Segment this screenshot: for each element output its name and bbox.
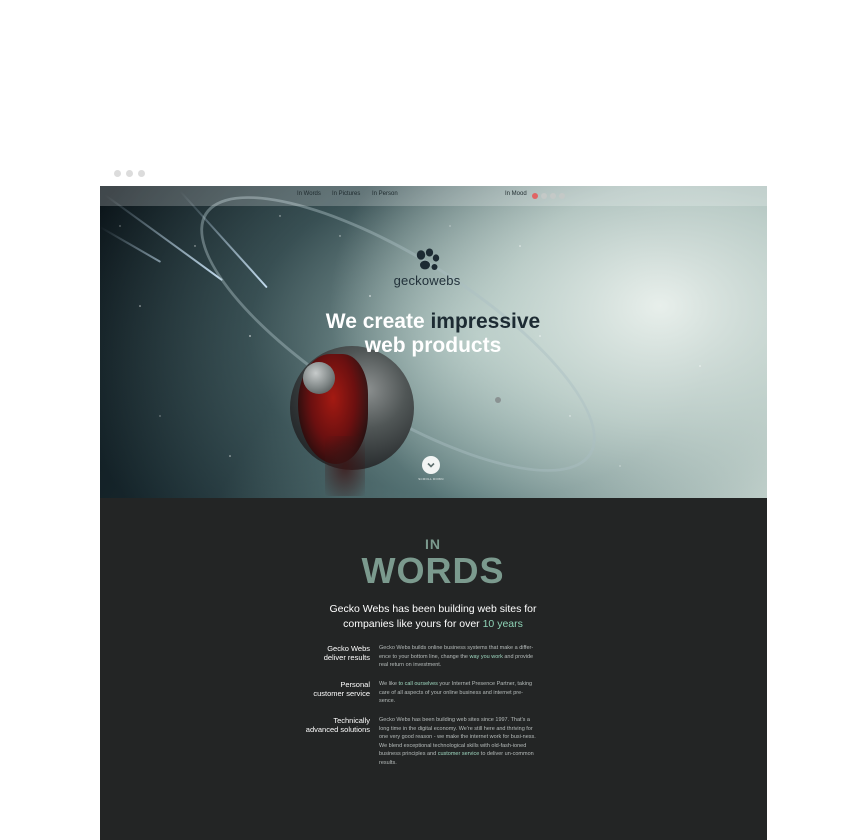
feature-text: Gecko Webs has been building web sites s… — [379, 716, 539, 768]
feature-label-line2: deliver results — [323, 653, 370, 662]
feature-text-link[interactable]: to call ourselves — [398, 681, 437, 687]
feature-text: Gecko Webs builds online business system… — [379, 644, 539, 670]
nav-item-in-person[interactable]: In Person — [372, 191, 398, 197]
section-title: WORDS — [361, 550, 505, 591]
moon-image — [303, 362, 335, 394]
intro-line2-text: companies like yours for over — [343, 618, 483, 630]
feature-label-line1: Personal — [340, 680, 370, 689]
feature-label: Gecko Webs deliver results — [270, 644, 370, 662]
mood-dot-1[interactable] — [532, 193, 538, 199]
feature-label-line1: Technically — [333, 716, 370, 725]
feature-text-link[interactable]: customer service — [438, 751, 480, 757]
feature-text-part: We like — [379, 681, 399, 687]
planet-debris — [325, 436, 365, 496]
gecko-paw-icon — [416, 248, 440, 270]
feature-label-line2: advanced solutions — [305, 725, 370, 734]
mood-dot-2[interactable] — [541, 193, 547, 199]
headline-part2: impressive — [430, 310, 541, 333]
logo-text: geckowebs — [393, 273, 461, 288]
intro-highlight: 10 years — [482, 618, 523, 630]
brand-logo[interactable]: geckowebs — [387, 248, 467, 288]
feature-label: Technically advanced solutions — [270, 716, 370, 734]
top-nav: In Words In Pictures In Person In Mood — [100, 186, 767, 206]
feature-label-line1: Gecko Webs — [327, 644, 370, 653]
feature-text: We like to call ourselves your Internet … — [379, 680, 539, 706]
window-dot — [126, 170, 133, 177]
window-dot — [138, 170, 145, 177]
window-dot — [114, 170, 121, 177]
scroll-down-label: SCROLL DOWN — [418, 477, 444, 481]
feature-text-link[interactable]: way you work — [470, 654, 503, 660]
section-intro: Gecko Webs has been building web sites f… — [313, 602, 553, 632]
nav-item-in-pictures[interactable]: In Pictures — [332, 191, 360, 197]
hero-headline: We create impressive web products — [233, 310, 633, 358]
nav-item-in-mood[interactable]: In Mood — [505, 191, 527, 197]
headline-line2: web products — [364, 334, 502, 357]
browser-frame: In Words In Pictures In Person In Mood g… — [100, 186, 767, 840]
headline-part1: We create — [325, 310, 431, 333]
feature-label: Personal customer service — [270, 680, 370, 698]
mood-dot-4[interactable] — [559, 193, 565, 199]
intro-line2: companies like yours for over 10 years — [313, 617, 553, 632]
hero-section: In Words In Pictures In Person In Mood g… — [100, 186, 767, 498]
intro-line1: Gecko Webs has been building web sites f… — [329, 603, 537, 615]
nav-item-in-words[interactable]: In Words — [297, 191, 321, 197]
scroll-down-button[interactable] — [422, 456, 440, 474]
window-dots — [114, 170, 145, 177]
mood-selector — [532, 193, 565, 199]
feature-label-line2: customer service — [313, 689, 370, 698]
chevron-down-icon — [427, 462, 435, 468]
mood-dot-3[interactable] — [550, 193, 556, 199]
